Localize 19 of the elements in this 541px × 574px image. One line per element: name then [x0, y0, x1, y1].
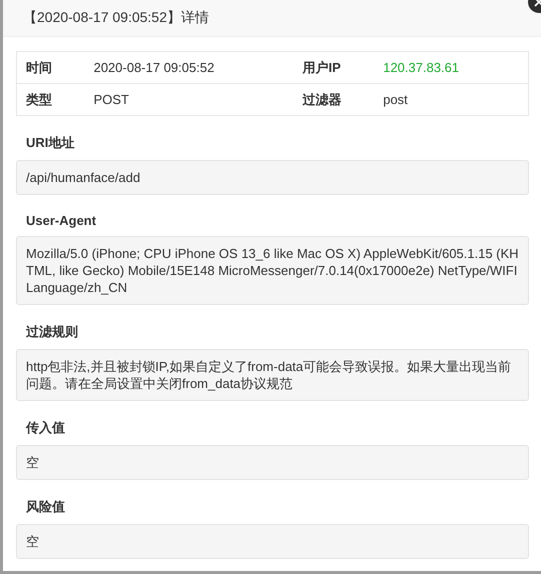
section-label: User-Agent: [26, 213, 98, 228]
table-label: 用户IP: [293, 52, 374, 84]
value-box: Mozilla/5.0 (iPhone; CPU iPhone OS 13_6 like Mac OS X) AppleWebKit/605.1.15 (KHTML, like Gecko) Mobile/15E148 MicroMessenger/7.0.14(0x17000e2e) NetType/WIFI Language/zh_CN: [16, 236, 529, 305]
section-label: 过滤规则: [26, 323, 79, 341]
section-label: 风险值: [26, 498, 66, 516]
value-box: 空: [16, 445, 529, 480]
table-cell: post: [374, 84, 528, 116]
table-label: 时间: [16, 52, 85, 84]
section-label: 传入值: [26, 419, 66, 437]
table-cell: 120.37.83.61: [374, 52, 528, 84]
section-label: URI地址: [26, 134, 76, 152]
table-cell: POST: [84, 84, 294, 116]
table-cell: 2020-08-17 09:05:52: [84, 52, 294, 84]
value-box: /api/humanface/add: [16, 160, 529, 195]
value-box: 空: [16, 524, 529, 559]
table-label: 类型: [16, 84, 85, 116]
value-box: http包非法,并且被封锁IP,如果自定义了from-data可能会导致误报。如果大量出现当前问题。请在全局设置中关闭from_data协议规范: [16, 349, 529, 401]
dialog-title: 【2020-08-17 09:05:52】详情: [23, 9, 209, 27]
table-label: 过滤器: [293, 84, 374, 116]
